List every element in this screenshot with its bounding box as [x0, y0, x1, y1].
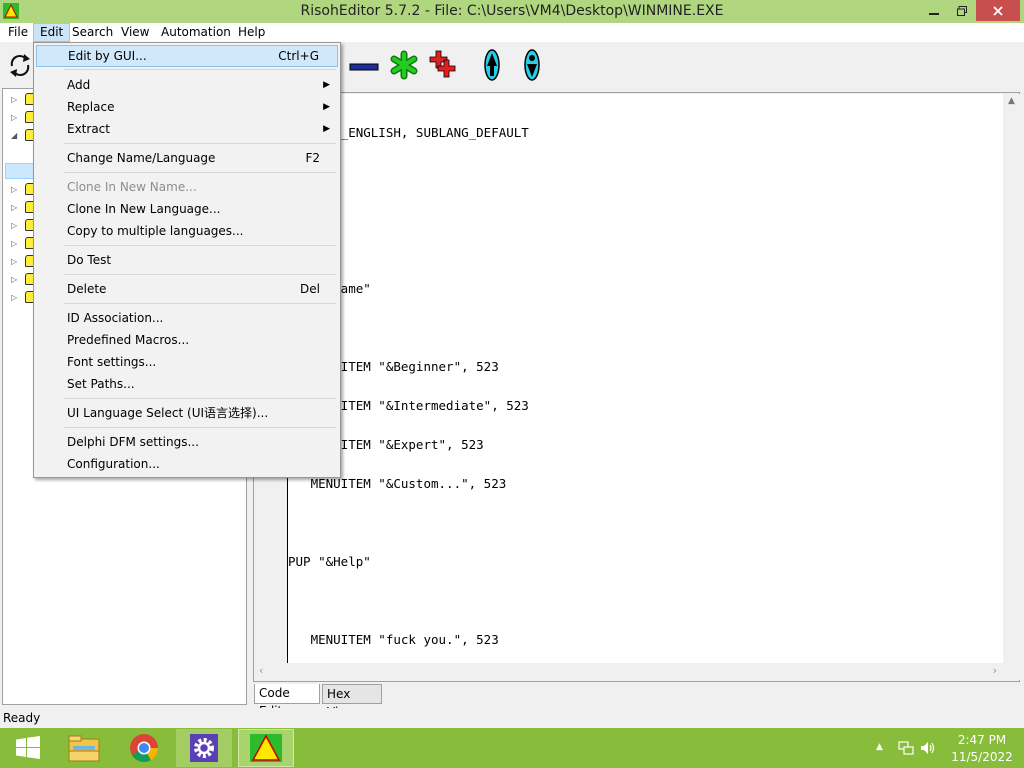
scroll-up-icon[interactable]: ▲ — [1003, 96, 1020, 106]
expand-arrow-icon[interactable]: ▷ — [11, 239, 17, 248]
menu-item-predefined-macros[interactable]: Predefined Macros... — [36, 329, 338, 351]
tab-hex-viewer[interactable]: Hex Viewer — [322, 684, 382, 719]
taskbar-settings[interactable] — [176, 729, 232, 767]
clock-time[interactable]: 2:47 PM — [950, 733, 1014, 747]
tab-code-editor[interactable]: Code Editor — [254, 684, 320, 718]
submenu-arrow-icon: ▶ — [323, 102, 330, 112]
menu-view[interactable]: View — [115, 23, 155, 42]
menu-item-add[interactable]: Add ▶ — [36, 74, 338, 96]
taskbar-file-explorer[interactable] — [56, 729, 112, 767]
code-line: PUP "&Help" — [288, 554, 371, 569]
edit-menu-dropdown: Edit by GUI... Ctrl+G Add ▶ Replace ▶ Ex… — [33, 42, 341, 478]
menu-edit[interactable]: Edit — [33, 23, 71, 42]
restore-button[interactable] — [948, 0, 976, 21]
add-control-icon[interactable] — [428, 48, 460, 82]
status-text: Ready — [3, 711, 41, 725]
menu-separator — [64, 303, 336, 304]
collapse-arrow-icon[interactable]: ◢ — [11, 131, 17, 140]
menu-item-delete[interactable]: Delete Del — [36, 278, 338, 300]
menu-item-delphi-dfm-settings[interactable]: Delphi DFM settings... — [36, 431, 338, 453]
asterisk-icon[interactable] — [388, 48, 420, 82]
window-title: RisohEditor 5.7.2 - File: C:\Users\VM4\D… — [300, 3, 724, 19]
menu-separator — [64, 427, 336, 428]
menu-item-replace[interactable]: Replace ▶ — [36, 96, 338, 118]
menu-item-ui-language-select[interactable]: UI Language Select (UI语言选择)... — [36, 402, 338, 424]
taskbar-chrome[interactable] — [116, 729, 172, 767]
menu-separator — [64, 274, 336, 275]
horizontal-scrollbar[interactable]: ‹ › — [255, 663, 1003, 680]
menu-item-clone-in-new-language[interactable]: Clone In New Language... — [36, 198, 338, 220]
taskbar: ▲ 2:47 PM 11/5/2022 — [0, 728, 1024, 768]
expand-arrow-icon[interactable]: ▷ — [11, 113, 17, 122]
close-button[interactable] — [976, 0, 1020, 21]
taskbar-risoheditor[interactable] — [238, 729, 294, 767]
expand-arrow-icon[interactable]: ▷ — [11, 221, 17, 230]
code-line: MENUITEM "&Custom...", 523 — [288, 476, 507, 491]
scroll-right-icon[interactable]: › — [993, 664, 997, 677]
menu-item-do-test[interactable]: Do Test — [36, 249, 338, 271]
menu-item-id-association[interactable]: ID Association... — [36, 307, 338, 329]
menu-bar: File Edit Search View Automation Help — [0, 23, 1024, 42]
show-hidden-icons-icon[interactable]: ▲ — [876, 742, 883, 752]
vertical-scrollbar[interactable]: ▲ — [1003, 94, 1020, 680]
submenu-arrow-icon: ▶ — [323, 124, 330, 134]
close-icon — [993, 5, 1003, 16]
minus-icon[interactable] — [348, 48, 380, 82]
file-explorer-icon — [68, 735, 100, 762]
minimize-icon — [929, 12, 939, 15]
menu-item-configuration[interactable]: Configuration... — [36, 453, 338, 475]
risoh-editor-icon — [250, 734, 282, 762]
gear-icon — [190, 734, 218, 762]
arrow-down-icon[interactable] — [516, 48, 548, 82]
menu-separator — [64, 69, 336, 70]
menu-item-copy-to-multiple-languages[interactable]: Copy to multiple languages... — [36, 220, 338, 242]
menu-item-change-name-language[interactable]: Change Name/Language F2 — [36, 147, 338, 169]
menu-separator — [64, 398, 336, 399]
menu-item-font-settings[interactable]: Font settings... — [36, 351, 338, 373]
start-button[interactable] — [0, 729, 56, 767]
menu-file[interactable]: File — [2, 23, 34, 42]
menu-automation[interactable]: Automation — [155, 23, 237, 42]
menu-help[interactable]: Help — [232, 23, 271, 42]
volume-icon[interactable] — [920, 740, 936, 756]
expand-arrow-icon[interactable]: ▷ — [11, 257, 17, 266]
refresh-icon[interactable] — [4, 48, 36, 82]
menu-search[interactable]: Search — [66, 23, 119, 42]
menu-separator — [64, 172, 336, 173]
restore-icon — [957, 5, 967, 16]
status-bar: Ready — [0, 708, 1024, 728]
expand-arrow-icon[interactable]: ▷ — [11, 203, 17, 212]
chrome-icon — [130, 734, 159, 763]
submenu-arrow-icon: ▶ — [323, 80, 330, 90]
title-bar: RisohEditor 5.7.2 - File: C:\Users\VM4\D… — [0, 0, 1024, 23]
code-line: MENUITEM "fuck you.", 523 — [288, 632, 499, 647]
menu-item-clone-in-new-name: Clone In New Name... — [67, 180, 197, 194]
expand-arrow-icon[interactable]: ▷ — [11, 275, 17, 284]
menu-separator — [64, 245, 336, 246]
network-icon[interactable] — [898, 740, 914, 756]
windows-logo-icon — [16, 736, 40, 759]
scroll-left-icon[interactable]: ‹ — [259, 664, 263, 677]
expand-arrow-icon[interactable]: ▷ — [11, 95, 17, 104]
menu-item-edit-by-gui[interactable]: Edit by GUI... Ctrl+G — [36, 45, 338, 67]
minimize-button[interactable] — [920, 0, 948, 21]
menu-item-extract[interactable]: Extract ▶ — [36, 118, 338, 140]
code-editor[interactable]: GE LANG_ENGLISH, SUBLANG_DEFAULT NU PUP … — [287, 94, 1003, 663]
menu-item-set-paths[interactable]: Set Paths... — [36, 373, 338, 395]
menu-separator — [64, 143, 336, 144]
expand-arrow-icon[interactable]: ▷ — [11, 293, 17, 302]
clock-date[interactable]: 11/5/2022 — [950, 750, 1014, 764]
expand-arrow-icon[interactable]: ▷ — [11, 185, 17, 194]
arrow-up-icon[interactable] — [476, 48, 508, 82]
